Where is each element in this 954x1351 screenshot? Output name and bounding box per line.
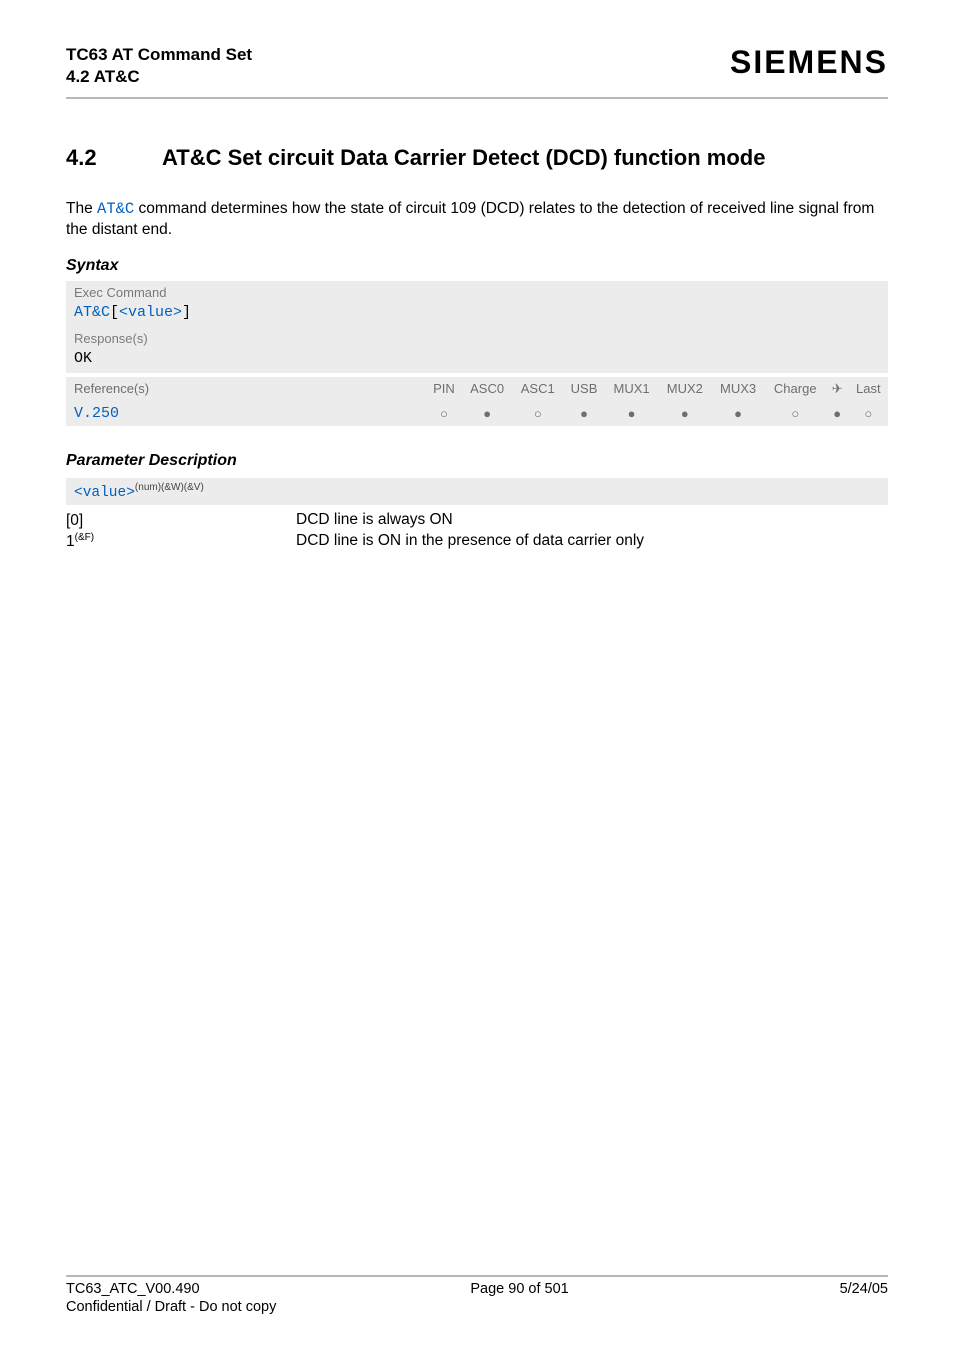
param-val-0: DCD line is always ON [296,511,453,530]
intro-post: command determines how the state of circ… [66,200,874,238]
reference-table: Reference(s) PIN ASC0 ASC1 USB MUX1 MUX2… [66,377,888,426]
section-title: AT&C Set circuit Data Carrier Detect (DC… [162,145,765,170]
section-heading: 4.2AT&C Set circuit Data Carrier Detect … [66,145,888,171]
table-row: V.250 ○ ● ○ ● ● ● ● ○ ● ○ [66,401,888,426]
exec-command: AT&C[<value>] [66,302,888,327]
response-label: Response(s) [66,327,888,348]
param-tag-sup: (num)(&W)(&V) [135,482,204,493]
intro-pre: The [66,200,97,217]
param-key-0: [0] [66,512,83,529]
param-heading: Parameter Description [66,452,888,470]
ref-col-pin: PIN [426,377,462,401]
ref-col-reference: Reference(s) [66,377,426,401]
ref-col-asc1: ASC1 [512,377,563,401]
footer-center: Page 90 of 501 [470,1281,568,1297]
footer-divider [66,1275,888,1277]
dot-asc1: ○ [512,401,563,426]
ref-col-airplane-icon: ✈ [826,377,849,401]
param-tag-row: <value>(num)(&W)(&V) [66,478,888,505]
exec-rbracket: ] [182,304,191,321]
footer-right: 5/24/05 [840,1281,888,1297]
dot-asc0: ● [462,401,513,426]
param-row: 1(&F) DCD line is ON in the presence of … [66,532,888,551]
param-key-1: 1 [66,533,75,550]
exec-value-placeholder: <value> [119,304,182,321]
param-key-1-sup: (&F) [75,532,94,543]
doc-title: TC63 AT Command Set [66,44,252,67]
exec-prefix: AT&C [74,304,110,321]
dot-mux1: ● [605,401,658,426]
intro-paragraph: The AT&C command determines how the stat… [66,199,888,241]
syntax-box: Exec Command AT&C[<value>] Response(s) O… [66,281,888,426]
section-number: 4.2 [66,145,162,171]
footer-sub: Confidential / Draft - Do not copy [66,1299,888,1315]
intro-command: AT&C [97,200,134,218]
response-value: OK [66,348,888,373]
brand-logo: SIEMENS [730,44,888,81]
ref-col-mux2: MUX2 [658,377,711,401]
doc-subtitle: 4.2 AT&C [66,67,252,87]
ref-col-mux1: MUX1 [605,377,658,401]
ref-col-usb: USB [563,377,605,401]
footer-left: TC63_ATC_V00.490 [66,1281,200,1297]
dot-last: ○ [849,401,888,426]
exec-lbracket: [ [110,304,119,321]
ref-value: V.250 [66,401,426,426]
syntax-heading: Syntax [66,257,888,275]
dot-air: ● [826,401,849,426]
dot-charge: ○ [765,401,826,426]
dot-pin: ○ [426,401,462,426]
ref-col-last: Last [849,377,888,401]
ref-col-asc0: ASC0 [462,377,513,401]
page-footer: TC63_ATC_V00.490 Page 90 of 501 5/24/05 … [66,1275,888,1315]
dot-mux3: ● [711,401,764,426]
ref-col-charge: Charge [765,377,826,401]
param-row: [0] DCD line is always ON [66,511,888,530]
param-tag: <value> [74,485,135,501]
dot-usb: ● [563,401,605,426]
header-divider [66,97,888,99]
param-box: <value>(num)(&W)(&V) [0] DCD line is alw… [66,478,888,551]
ref-col-mux3: MUX3 [711,377,764,401]
exec-label: Exec Command [66,281,888,302]
param-val-1: DCD line is ON in the presence of data c… [296,532,644,551]
dot-mux2: ● [658,401,711,426]
